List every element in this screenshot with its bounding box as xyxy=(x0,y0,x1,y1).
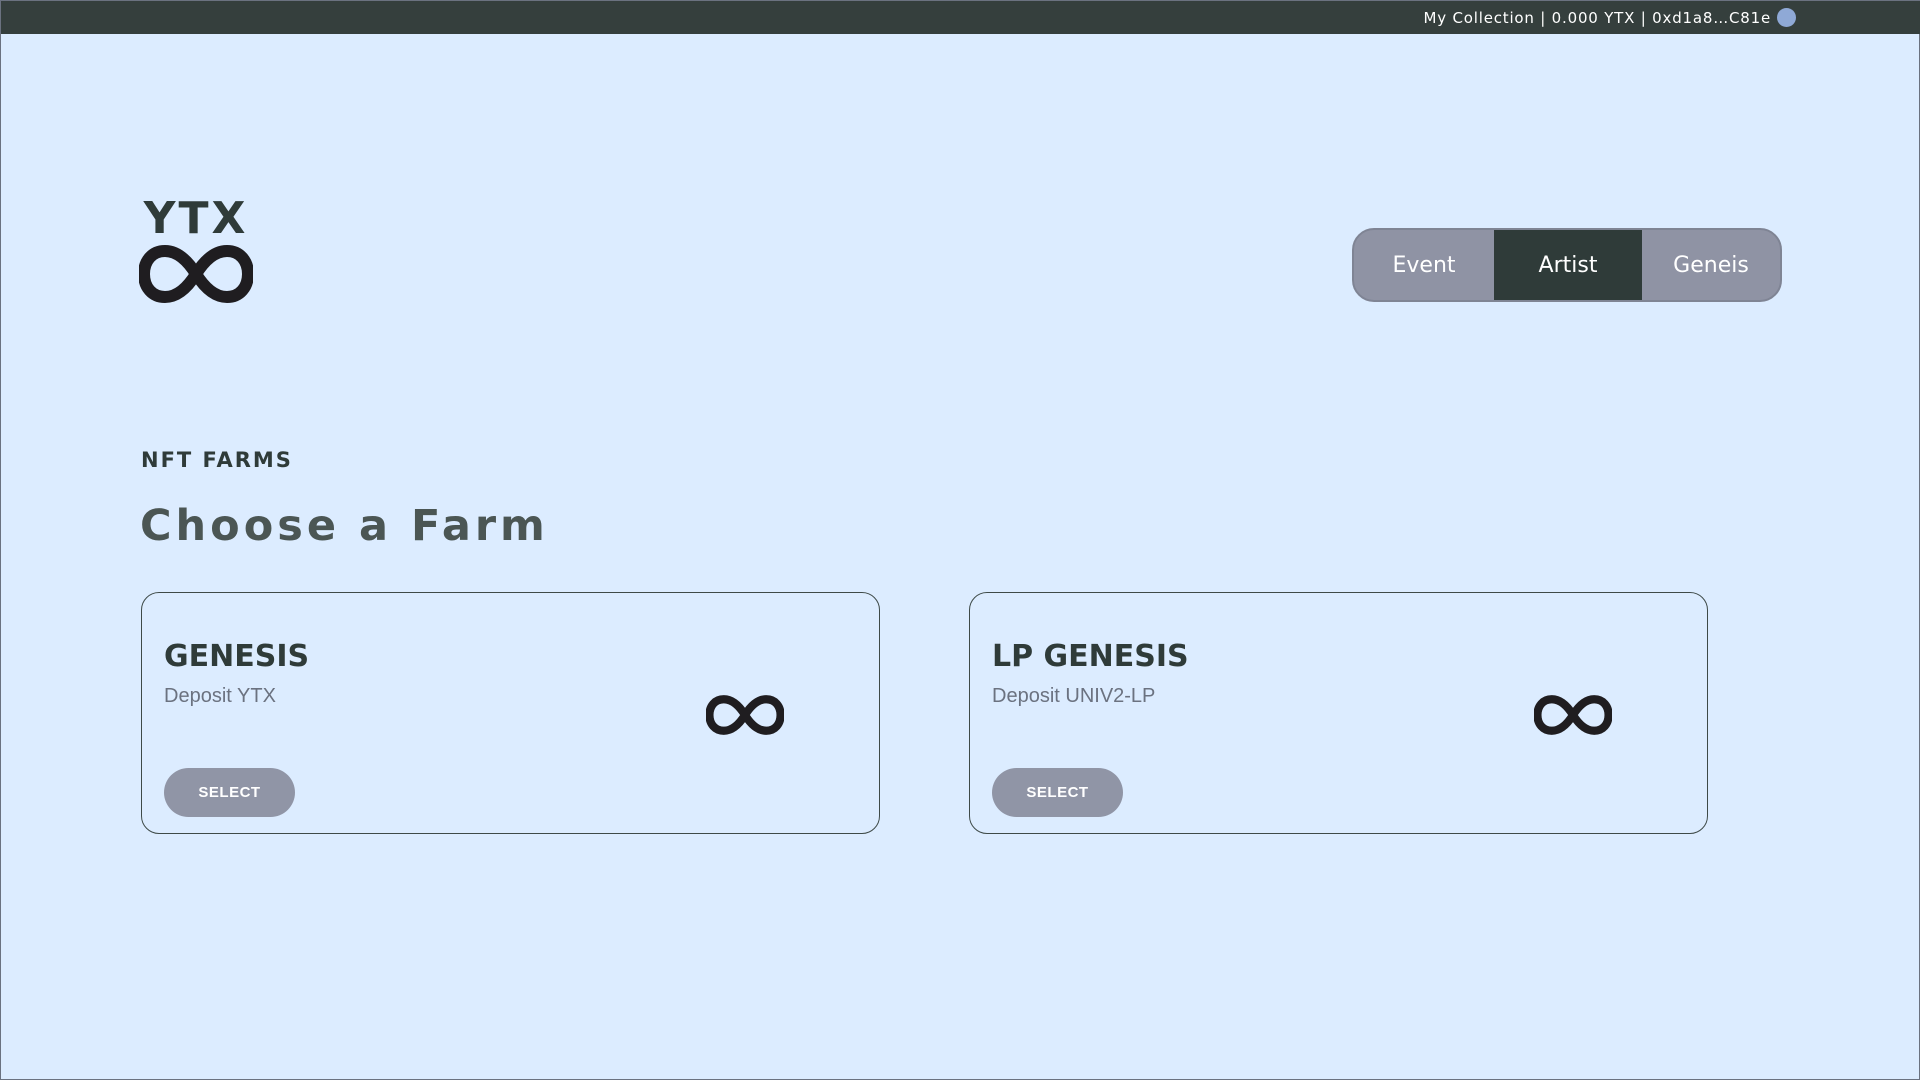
farm-card-lp-genesis: LP GENESIS Deposit UNIV2-LP SELECT xyxy=(969,592,1708,834)
page-title: Choose a Farm xyxy=(140,501,549,551)
farm-title: LP GENESIS xyxy=(992,639,1189,674)
category-tabs: Event Artist Geneis xyxy=(1352,228,1782,302)
farm-card-genesis: GENESIS Deposit YTX SELECT xyxy=(141,592,880,834)
tab-event[interactable]: Event xyxy=(1354,230,1494,300)
farm-title: GENESIS xyxy=(164,639,310,674)
tab-geneis[interactable]: Geneis xyxy=(1642,230,1780,300)
select-lp-genesis-button[interactable]: SELECT xyxy=(992,768,1123,817)
tab-artist[interactable]: Artist xyxy=(1494,230,1642,300)
wallet-avatar-icon[interactable] xyxy=(1777,8,1796,27)
top-bar: My Collection | 0.000 YTX | 0xd1a8…C81e xyxy=(1,1,1920,34)
section-eyebrow: NFT FARMS xyxy=(141,448,293,472)
page: My Collection | 0.000 YTX | 0xd1a8…C81e … xyxy=(0,0,1920,1080)
logo[interactable]: YTX xyxy=(139,197,253,303)
farm-subtitle: Deposit UNIV2-LP xyxy=(992,685,1156,707)
logo-text: YTX xyxy=(143,193,249,244)
infinity-icon xyxy=(139,245,253,303)
infinity-icon xyxy=(1534,695,1612,735)
wallet-status[interactable]: My Collection | 0.000 YTX | 0xd1a8…C81e xyxy=(1424,9,1771,27)
select-genesis-button[interactable]: SELECT xyxy=(164,768,295,817)
infinity-icon xyxy=(706,695,784,735)
farm-subtitle: Deposit YTX xyxy=(164,685,276,707)
